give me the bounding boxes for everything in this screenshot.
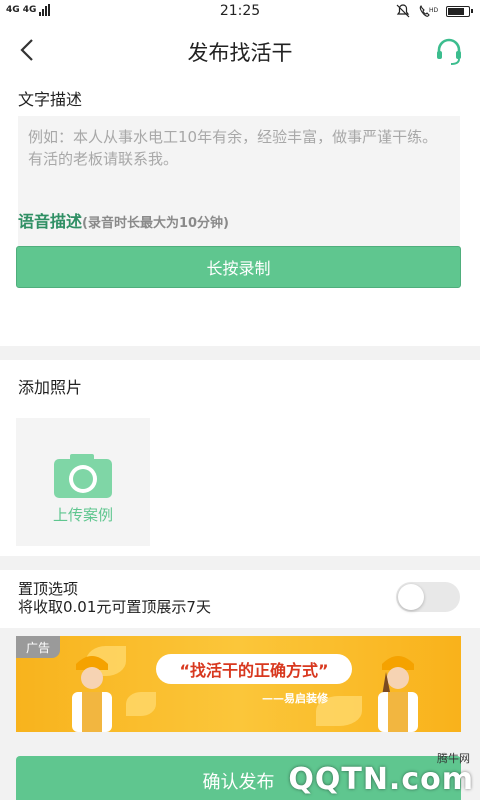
worker-illustration [378,656,418,732]
chevron-left-icon [20,39,33,61]
record-button[interactable]: 长按录制 [16,246,461,288]
watermark: 腾牛网 QQTN.com [288,746,480,800]
ad-slogan: “找活干的正确方式” [156,654,352,684]
upload-case-button[interactable]: 上传案例 [16,418,150,546]
status-bar: 4G 4G 21:25 HD [0,0,480,24]
voice-description-label: 语音描述(录音时长最大为10分钟) [18,208,229,232]
svg-text:HD: HD [429,7,438,14]
pin-top-toggle[interactable] [396,582,460,612]
upload-case-label: 上传案例 [52,506,113,524]
photo-section: 添加照片 上传案例 [0,360,480,556]
description-placeholder: 例如：本人从事水电工10年有余，经验丰富，做事严谨干练。有活的老板请联系我。 [28,128,438,168]
bell-mute-icon [396,4,410,18]
toggle-knob [398,584,424,610]
worker-illustration [72,656,112,732]
back-button[interactable] [12,34,44,66]
pin-top-section: 置顶选项 将收取0.01元可置顶展示7天 [0,570,480,628]
description-section: 文字描述 例如：本人从事水电工10年有余，经验丰富，做事严谨干练。有活的老板请联… [0,76,480,346]
nav-bar: 发布找活干 [0,24,480,76]
ad-banner[interactable]: 广告 “找活干的正确方式” ——易启装修 [16,636,461,732]
page-title: 发布找活干 [187,41,293,65]
headset-icon[interactable] [432,34,466,68]
add-photo-label: 添加照片 [18,378,83,397]
battery-icon [446,5,473,17]
ad-brand: ——易启装修 [262,692,328,705]
description-label: 文字描述 [18,90,83,109]
ad-leaf-decoration [126,692,156,716]
ad-tag: 广告 [16,636,60,658]
voice-label-text: 语音描述 [18,212,83,231]
pin-top-description: 将收取0.01元可置顶展示7天 [18,598,211,616]
hd-call-icon: HD [419,5,438,17]
voice-duration-hint: (录音时长最大为10分钟) [82,216,229,231]
watermark-logo: QQTN.com [288,762,474,797]
camera-icon [54,454,112,498]
